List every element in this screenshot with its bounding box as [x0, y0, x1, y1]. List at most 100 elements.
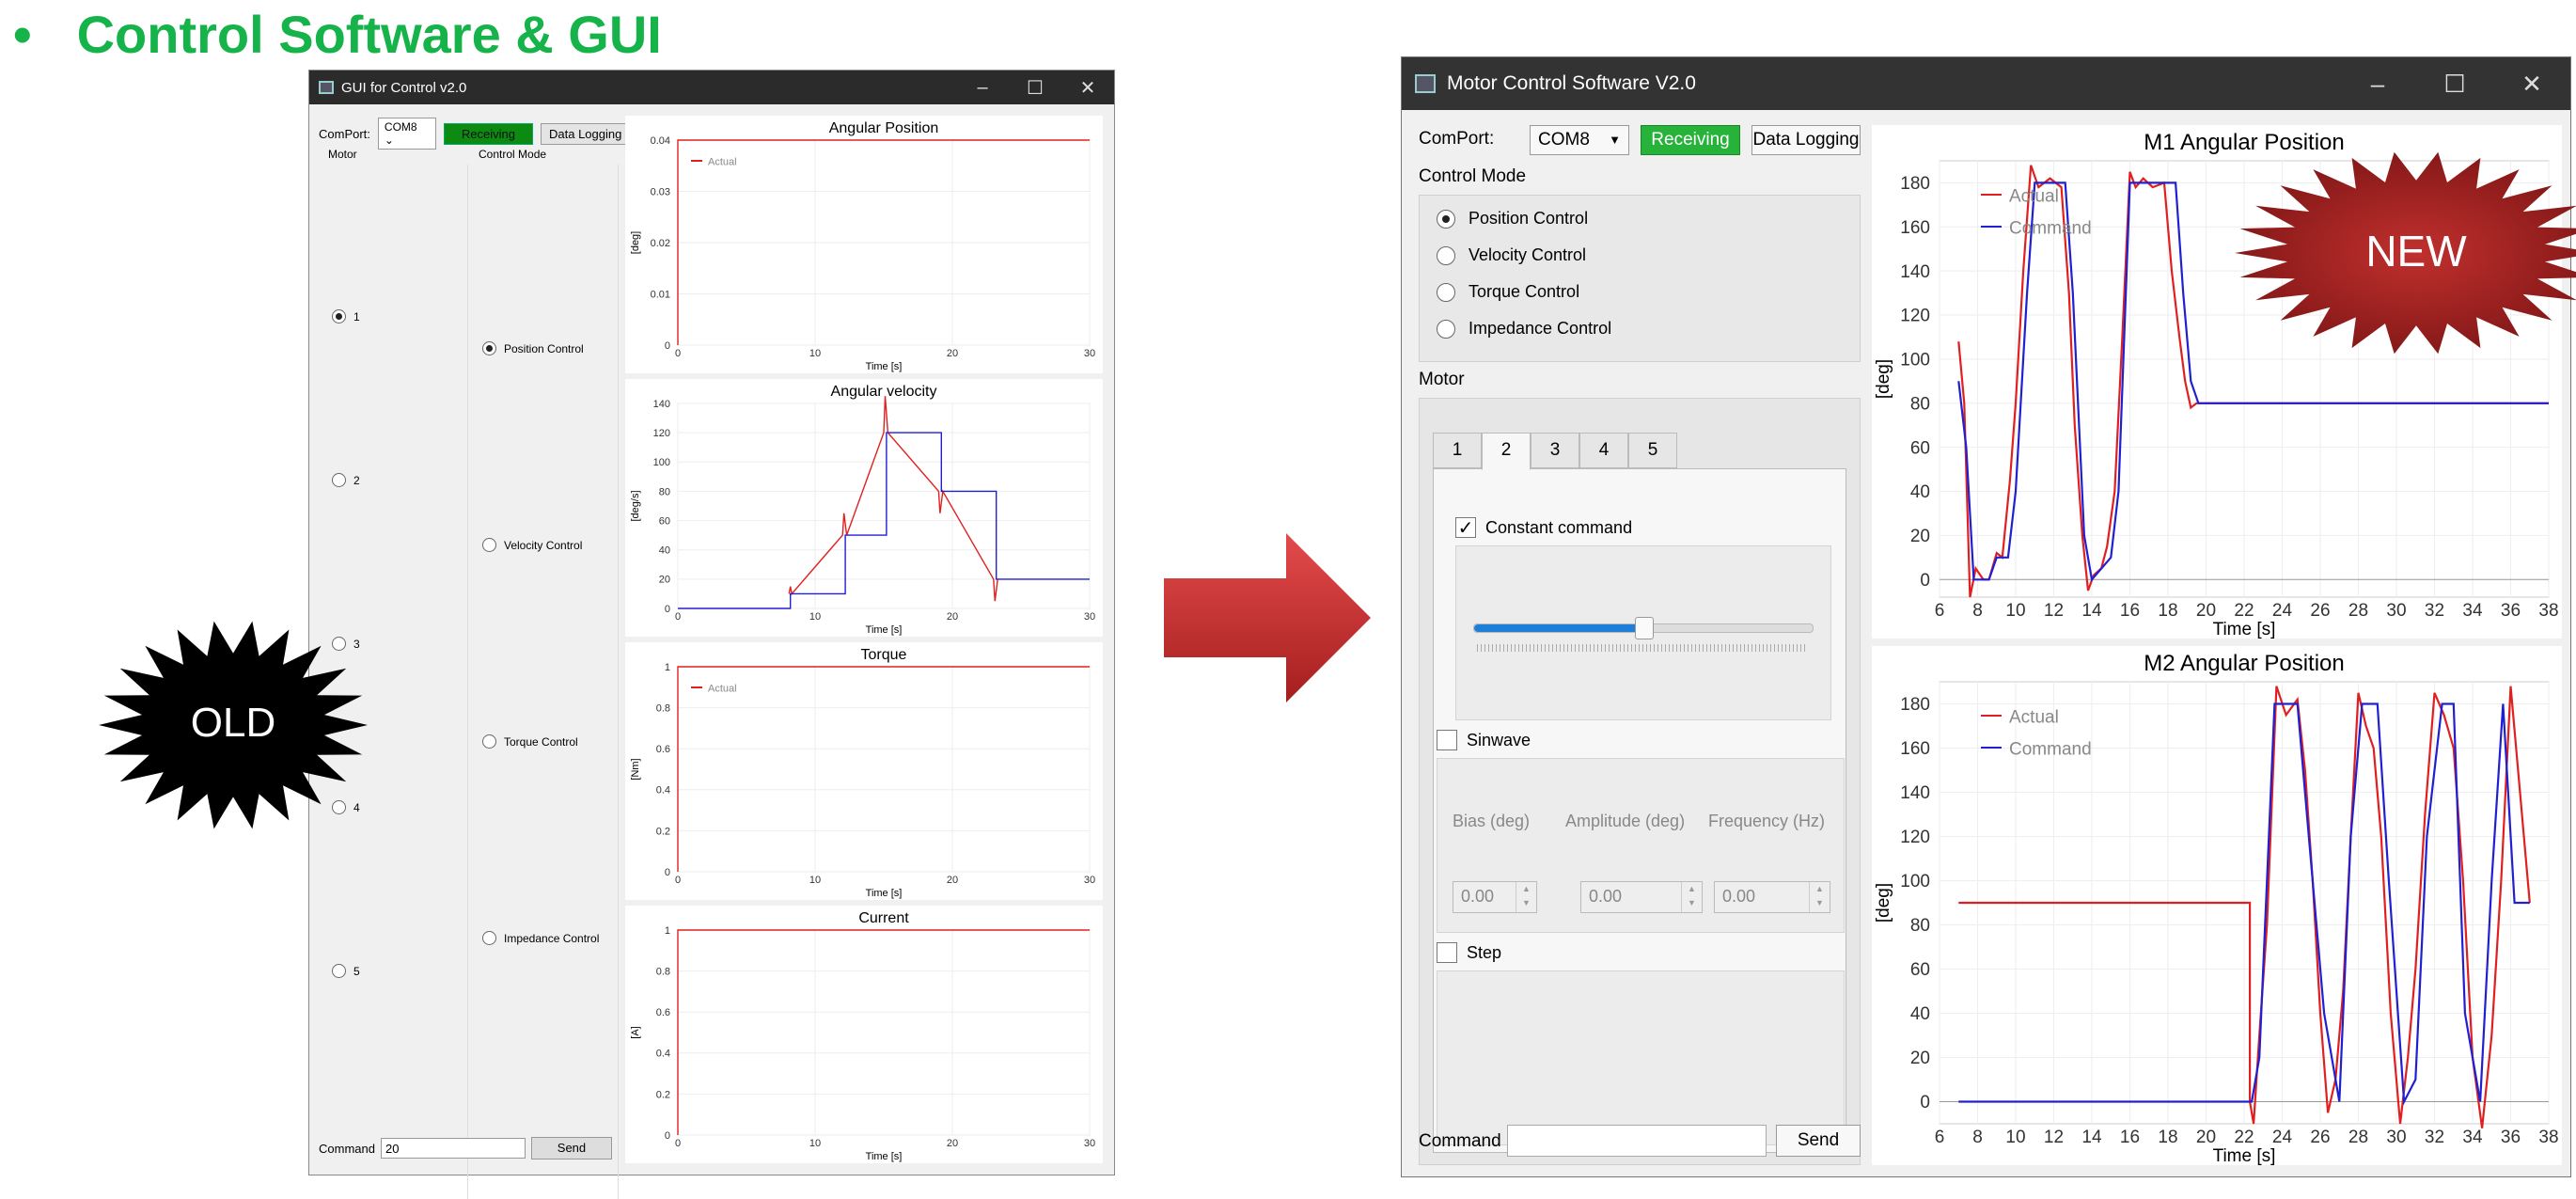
y-tick-label: 160: [1900, 218, 1930, 238]
step-checkbox[interactable]: [1437, 942, 1457, 963]
sinwave-row[interactable]: Sinwave: [1437, 730, 1531, 750]
chevron-down-icon: ⌄: [384, 134, 394, 147]
x-tick-label: 36: [2501, 1128, 2521, 1147]
tab-motor-2[interactable]: 2: [1482, 433, 1531, 470]
new-command-input[interactable]: [1507, 1125, 1767, 1157]
constant-command-checkbox[interactable]: ✓: [1455, 517, 1476, 539]
y-axis-label: [deg]: [1874, 883, 1893, 923]
sinwave-checkbox[interactable]: [1437, 730, 1457, 750]
y-tick-label: 180: [1900, 695, 1930, 715]
new-data-logging-button[interactable]: Data Logging: [1751, 125, 1861, 155]
bias-spinbox[interactable]: 0.00 ▲ ▼: [1453, 881, 1537, 913]
y-tick-label: 0.4: [656, 1049, 670, 1060]
sinwave-label: Sinwave: [1467, 730, 1531, 749]
radio-icon: [482, 734, 496, 749]
legend-label: Actual: [708, 156, 737, 167]
new-motor-tabs: 1 2 3 4 5: [1433, 433, 1846, 470]
x-tick-label: 24: [2272, 1128, 2293, 1147]
old-data-logging-button[interactable]: Data Logging: [541, 122, 631, 145]
old-motor-radio-2[interactable]: 2: [332, 473, 360, 487]
tab-motor-3[interactable]: 3: [1531, 433, 1579, 468]
y-tick-label: 140: [1900, 262, 1930, 282]
x-tick-label: 14: [2081, 601, 2102, 621]
bias-label: Bias (deg): [1453, 812, 1531, 830]
amplitude-spinbox[interactable]: 0.00 ▲ ▼: [1580, 881, 1703, 913]
new-comport-select[interactable]: COM8 ▼: [1530, 125, 1629, 155]
plot-area: [677, 666, 1091, 873]
x-tick-label: 38: [2538, 601, 2558, 621]
old-comport-select[interactable]: COM8 ⌄: [377, 118, 436, 150]
frequency-spinbox[interactable]: 0.00 ▲ ▼: [1714, 881, 1830, 913]
chevron-down-icon: ▼: [1609, 133, 1621, 147]
tab-motor-4[interactable]: 4: [1579, 433, 1628, 468]
close-icon[interactable]: ✕: [1061, 76, 1114, 100]
maximize-icon[interactable]: ☐: [2416, 70, 2493, 99]
constant-command-row[interactable]: ✓ Constant command: [1455, 517, 1633, 539]
close-icon[interactable]: ✕: [2493, 70, 2570, 99]
constant-command-label: Constant command: [1485, 517, 1633, 537]
x-tick-label: 10: [2005, 1128, 2025, 1147]
command-slider[interactable]: [1473, 617, 1814, 639]
x-tick-label: 34: [2462, 1128, 2483, 1147]
step-row[interactable]: Step: [1437, 942, 1501, 963]
old-receiving-button[interactable]: Receiving: [443, 122, 533, 145]
new-command-label: Command: [1419, 1131, 1501, 1151]
new-receiving-button[interactable]: Receiving: [1641, 125, 1740, 155]
new-comport-label: ComPort:: [1419, 129, 1495, 149]
x-tick-label: 22: [2234, 601, 2254, 621]
old-motor-radio-5[interactable]: 5: [332, 964, 360, 978]
new-mode-torque[interactable]: Torque Control: [1437, 282, 1579, 302]
new-mode-impedance[interactable]: Impedance Control: [1437, 319, 1611, 339]
y-tick-label: 40: [659, 545, 670, 557]
minimize-icon[interactable]: –: [956, 77, 1009, 99]
minimize-icon[interactable]: –: [2339, 70, 2416, 99]
old-mode-impedance[interactable]: Impedance Control: [482, 931, 599, 945]
old-chart-current: Current 0 10 20 30 0 0.2 0.4 0.6 0.8 1 Time [s] [A]: [625, 906, 1103, 1163]
x-tick-label: 36: [2501, 601, 2521, 621]
spin-arrows-icon[interactable]: ▲ ▼: [1681, 882, 1702, 912]
old-mode-position[interactable]: Position Control: [482, 341, 584, 355]
x-tick-label: 0: [675, 348, 681, 359]
slider-handle[interactable]: [1635, 617, 1654, 639]
old-chart-angular-velocity: Angular velocity 0 10 20 30 0 20 40 60 80 100 120 14…: [625, 379, 1103, 637]
chart-svg: Current 0 10 20 30 0 0.2 0.4 0.6 0.8 1 Time [s] [A]: [630, 910, 1095, 1162]
chart-svg: M2 Angular Position 6 8 10 12 14 16 18 20 22 24 26 2…: [1874, 651, 2559, 1166]
x-tick-label: 8: [1972, 601, 1983, 621]
old-motor-header: Motor: [328, 148, 357, 161]
y-tick-label: 100: [653, 457, 670, 468]
x-axis-label: Time [s]: [866, 1151, 903, 1162]
spin-arrows-icon[interactable]: ▲ ▼: [1809, 882, 1830, 912]
x-tick-label: 26: [2310, 1128, 2330, 1147]
old-command-input[interactable]: [380, 1138, 526, 1159]
new-motor-group: 1 2 3 4 5 ✓ Constant command Sinwave Bia…: [1419, 398, 1861, 1165]
x-tick-label: 30: [1084, 1138, 1095, 1149]
old-send-button[interactable]: Send: [530, 1137, 612, 1160]
y-tick-label: 0: [1920, 571, 1930, 591]
x-tick-label: 0: [675, 875, 681, 886]
new-control-mode-label: Control Mode: [1419, 166, 1527, 186]
chart-title: Angular Position: [829, 120, 939, 136]
new-mode-position[interactable]: Position Control: [1437, 209, 1588, 229]
radio-label: 2: [353, 473, 360, 487]
y-tick-label: 0: [665, 604, 670, 615]
maximize-icon[interactable]: ☐: [1009, 76, 1061, 100]
new-send-button[interactable]: Send: [1776, 1125, 1861, 1157]
new-comport-value: COM8: [1538, 130, 1590, 150]
x-axis-label: Time [s]: [866, 888, 903, 899]
new-mode-velocity[interactable]: Velocity Control: [1437, 245, 1586, 265]
old-motor-radio-1[interactable]: 1: [332, 309, 360, 323]
tab-motor-5[interactable]: 5: [1628, 433, 1677, 468]
spin-arrows-icon[interactable]: ▲ ▼: [1516, 882, 1536, 912]
old-mode-velocity[interactable]: Velocity Control: [482, 538, 582, 552]
y-tick-label: 80: [1910, 916, 1930, 936]
y-tick-label: 100: [1900, 351, 1930, 371]
tab-motor-1[interactable]: 1: [1433, 433, 1482, 468]
slide-title: • Control Software & GUI: [13, 4, 662, 65]
y-tick-label: 60: [1910, 438, 1930, 458]
x-tick-label: 14: [2081, 1128, 2102, 1147]
new-starburst-badge: NEW: [2235, 151, 2576, 355]
legend-label: Actual: [2009, 708, 2059, 728]
x-tick-label: 22: [2234, 1128, 2254, 1147]
x-tick-label: 12: [2044, 601, 2064, 621]
old-mode-torque[interactable]: Torque Control: [482, 734, 578, 749]
